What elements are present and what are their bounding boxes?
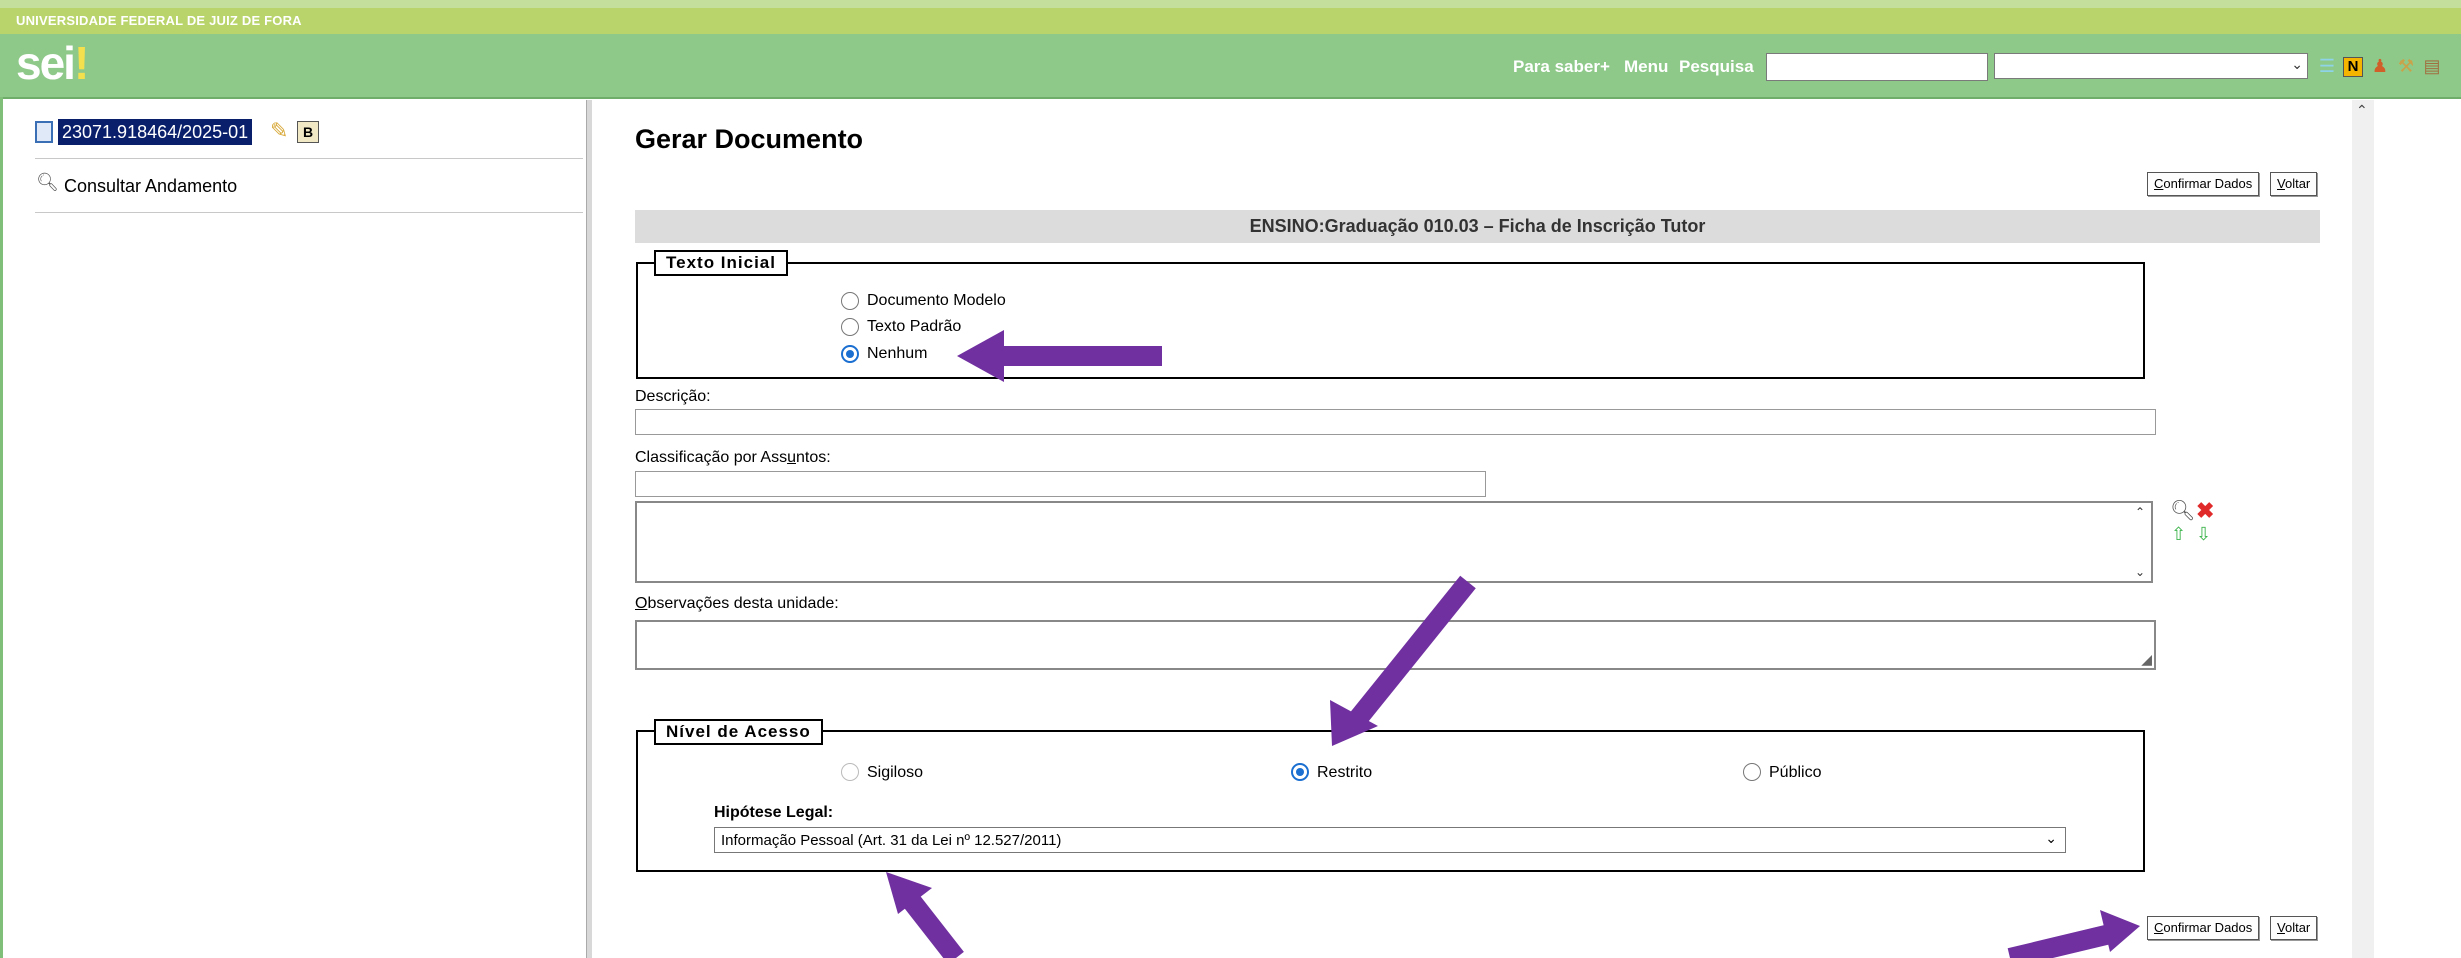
arrow-annotation xyxy=(957,330,1162,382)
arrow-annotation xyxy=(886,872,964,958)
arrow-annotation xyxy=(2007,910,2140,958)
annotation-arrows xyxy=(886,330,2140,958)
arrow-annotation xyxy=(1330,575,1476,746)
